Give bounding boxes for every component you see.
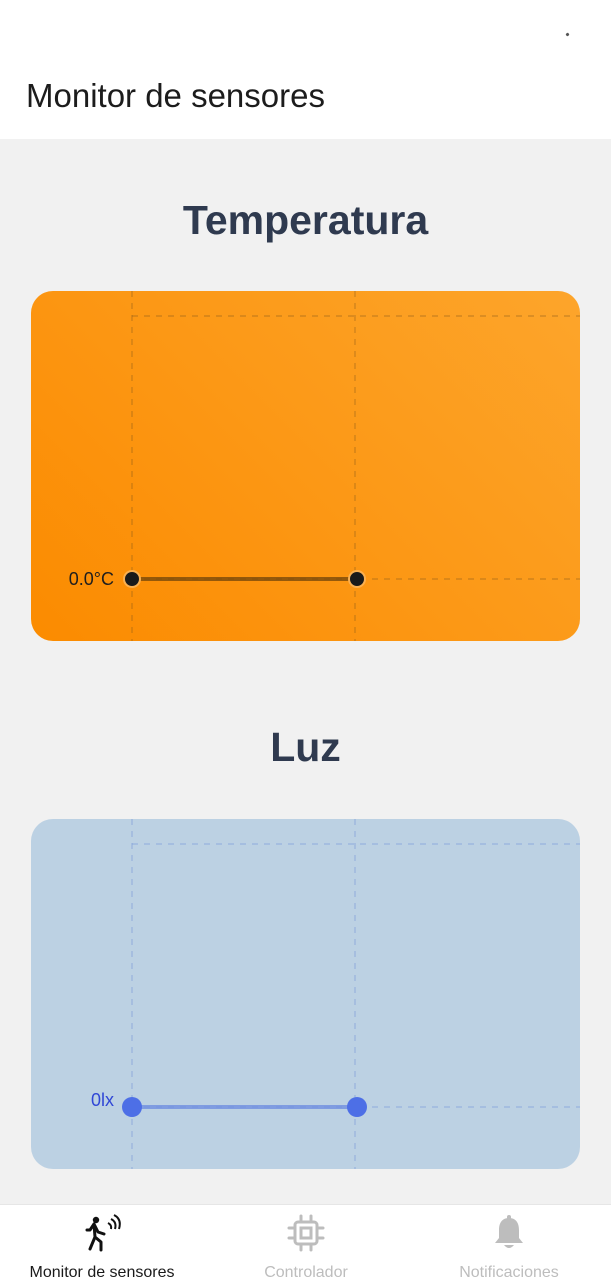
light-title: Luz — [270, 724, 341, 770]
app-bar: Monitor de sensores — [0, 0, 611, 139]
bell-icon — [495, 1215, 523, 1248]
temperature-title: Temperatura — [182, 197, 429, 243]
nav-label-notifications: Notificaciones — [459, 1264, 559, 1280]
temperature-point-1[interactable] — [123, 570, 141, 588]
nav-item-notifications[interactable]: Notificaciones — [407, 1205, 611, 1280]
page-title: Monitor de sensores — [26, 77, 325, 114]
light-point-2[interactable] — [347, 1097, 367, 1117]
nav-item-controller[interactable]: Controlador — [204, 1205, 408, 1280]
temperature-point-2[interactable] — [348, 570, 366, 588]
temperature-value-label: 0.0°C — [69, 569, 114, 589]
temperature-grid — [131, 291, 580, 641]
light-point-1[interactable] — [122, 1097, 142, 1117]
motion-sensor-icon — [85, 1214, 121, 1252]
temperature-chart-card: 0.0°C — [31, 291, 580, 641]
light-chart-card: 0lx — [31, 819, 580, 1169]
nav-item-monitor[interactable]: Monitor de sensores — [0, 1205, 204, 1280]
chip-icon — [287, 1214, 325, 1252]
bottom-navigation: Monitor de sensores Controlador Notifica… — [0, 1204, 611, 1280]
light-chart: 0lx — [91, 819, 580, 1169]
nav-label-controller: Controlador — [264, 1264, 348, 1280]
light-value-label: 0lx — [91, 1090, 114, 1110]
status-bar-mark — [565, 32, 570, 37]
temperature-chart: 0.0°C — [69, 291, 580, 641]
nav-label-monitor: Monitor de sensores — [29, 1264, 175, 1280]
